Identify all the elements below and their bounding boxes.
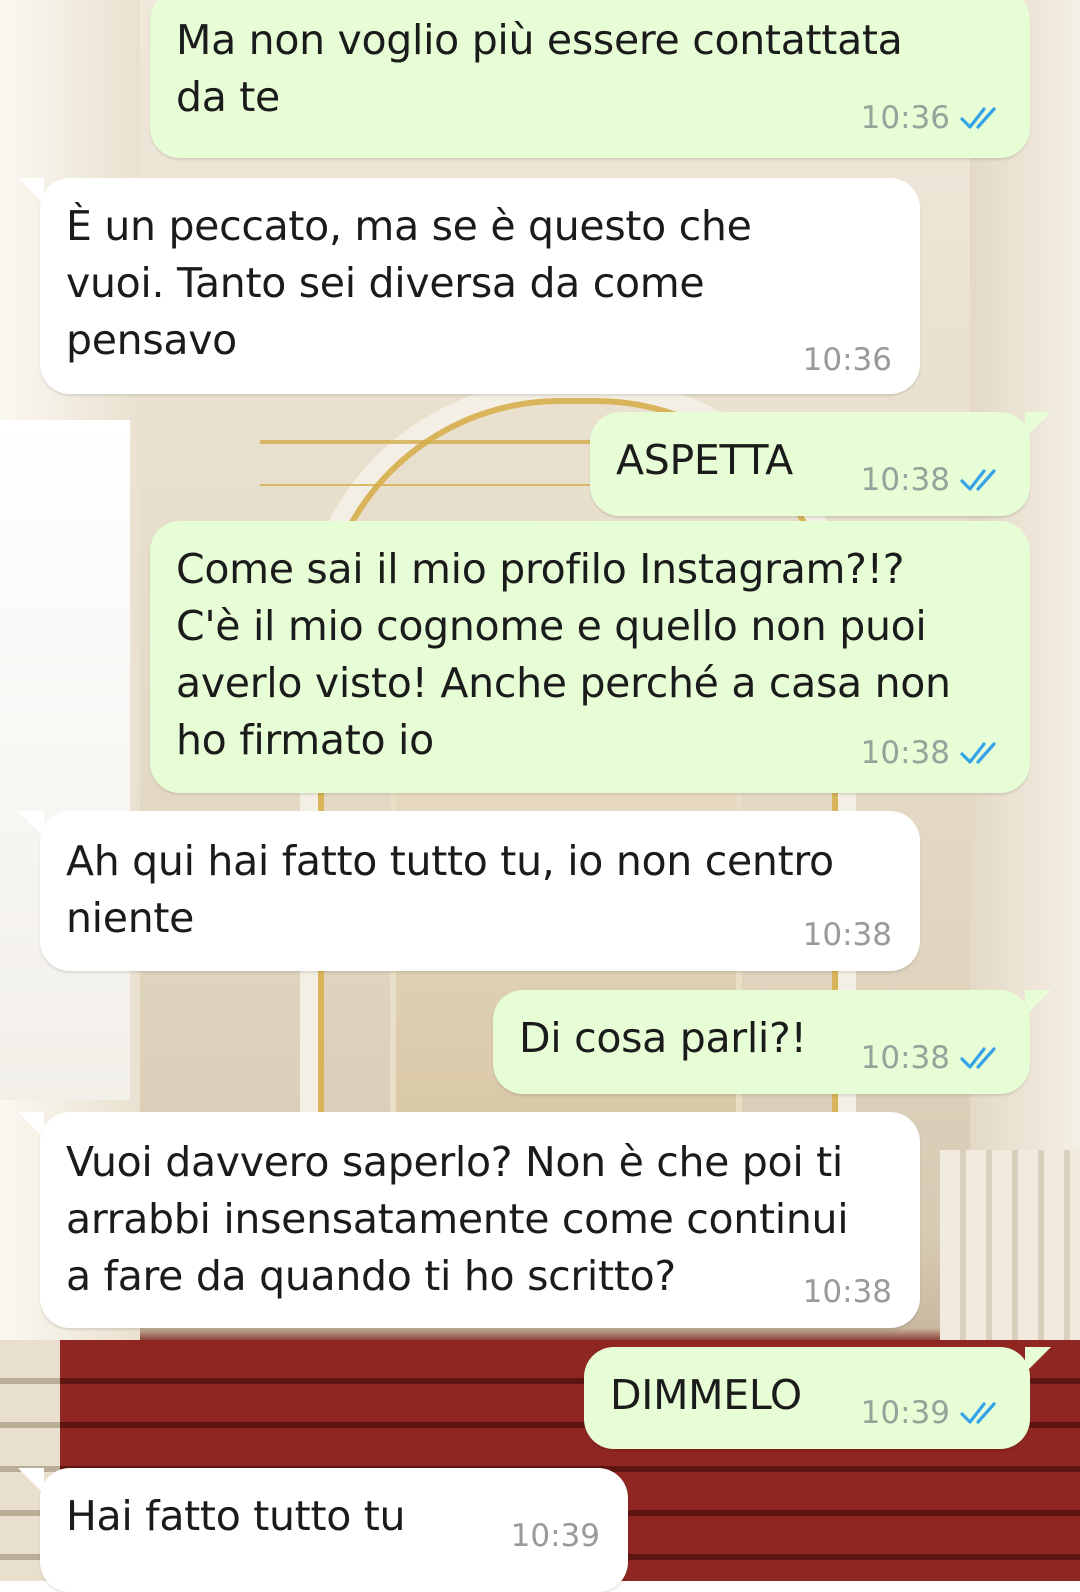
message-text: Hai fatto tutto tu <box>66 1492 406 1540</box>
message-text: Come sai il mio profilo Instagram?!? C'è… <box>176 545 951 764</box>
message-time: 10:39 <box>860 1395 950 1431</box>
message-text: È un peccato, ma se è questo che vuoi. T… <box>66 202 752 364</box>
message-meta: 10:38 <box>861 1038 1004 1078</box>
message-bubble-outgoing[interactable]: Come sai il mio profilo Instagram?!? C'è… <box>150 521 1030 793</box>
message-time: 10:39 <box>510 1518 600 1554</box>
message-meta: 10:39 <box>861 1393 1004 1433</box>
message-list[interactable]: Ma non voglio più essere contattata da t… <box>0 0 1080 1592</box>
message-bubble-incoming[interactable]: Vuoi davvero saperlo? Non è che poi ti a… <box>40 1112 920 1328</box>
message-meta: 10:36 <box>861 98 1004 138</box>
message-bubble-incoming[interactable]: Ah qui hai fatto tutto tu, io non centro… <box>40 811 920 971</box>
message-time: 10:38 <box>802 917 892 953</box>
message-bubble-outgoing[interactable]: Di cosa parli?! 10:38 <box>493 990 1030 1094</box>
message-time: 10:36 <box>802 342 892 378</box>
message-text: Vuoi davvero saperlo? Non è che poi ti a… <box>66 1138 849 1300</box>
message-meta: 10:38 <box>861 460 1004 500</box>
message-bubble-outgoing[interactable]: ASPETTA 10:38 <box>590 412 1030 516</box>
message-bubble-outgoing[interactable]: Ma non voglio più essere contattata da t… <box>150 0 1030 158</box>
message-bubble-incoming[interactable]: Hai fatto tutto tu 10:39 <box>40 1468 628 1592</box>
message-time: 10:38 <box>860 735 950 771</box>
message-meta: 10:39 <box>511 1516 600 1556</box>
message-text: Di cosa parli?! <box>519 1014 807 1062</box>
message-meta: 10:38 <box>861 733 1004 773</box>
message-text: DIMMELO <box>610 1371 802 1419</box>
message-meta: 10:38 <box>803 1272 892 1312</box>
message-text: Ma non voglio più essere contattata da t… <box>176 16 903 121</box>
message-time: 10:38 <box>802 1274 892 1310</box>
message-text: Ah qui hai fatto tutto tu, io non centro… <box>66 837 834 942</box>
message-time: 10:38 <box>860 462 950 498</box>
message-meta: 10:36 <box>803 340 892 380</box>
message-time: 10:38 <box>860 1040 950 1076</box>
message-bubble-incoming[interactable]: È un peccato, ma se è questo che vuoi. T… <box>40 178 920 394</box>
message-time: 10:36 <box>860 100 950 136</box>
message-text: ASPETTA <box>616 436 793 484</box>
double-check-read-icon <box>960 469 996 491</box>
message-meta: 10:38 <box>803 915 892 955</box>
double-check-read-icon <box>960 107 996 129</box>
message-bubble-outgoing[interactable]: DIMMELO 10:39 <box>584 1347 1030 1449</box>
double-check-read-icon <box>960 1402 996 1424</box>
double-check-read-icon <box>960 742 996 764</box>
double-check-read-icon <box>960 1047 996 1069</box>
